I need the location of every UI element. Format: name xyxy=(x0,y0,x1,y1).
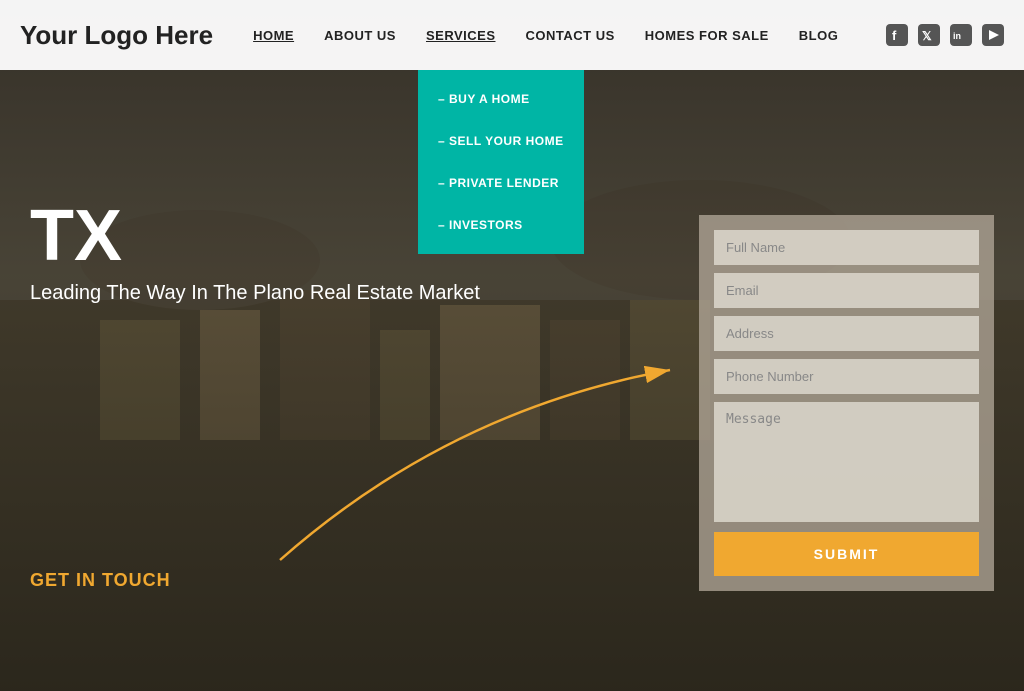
svg-text:𝕏: 𝕏 xyxy=(922,29,932,43)
social-icons: f 𝕏 in xyxy=(886,24,1004,46)
svg-text:f: f xyxy=(892,28,897,43)
nav-services[interactable]: SERVICES xyxy=(426,28,496,43)
phone-input[interactable] xyxy=(714,359,979,394)
email-input[interactable] xyxy=(714,273,979,308)
nav-contact[interactable]: CONTACT US xyxy=(526,28,615,43)
nav-blog[interactable]: BLOG xyxy=(799,28,839,43)
contact-form: SUBMIT xyxy=(699,215,994,591)
dropdown-private-lender[interactable]: – PRIVATE LENDER xyxy=(418,162,584,204)
hero-subtitle: Leading The Way In The Plano Real Estate… xyxy=(30,282,480,305)
dropdown-investors[interactable]: – INVESTORS xyxy=(418,204,584,246)
get-in-touch-cta[interactable]: GET IN TOUCH xyxy=(30,570,171,591)
navbar: Your Logo Here HOME ABOUT US SERVICES CO… xyxy=(0,0,1024,70)
dropdown-sell-home[interactable]: – SELL YOUR HOME xyxy=(418,120,584,162)
message-input[interactable] xyxy=(714,402,979,522)
facebook-icon[interactable]: f xyxy=(886,24,908,46)
nav-about[interactable]: ABOUT US xyxy=(324,28,396,43)
services-dropdown: – BUY A HOME – SELL YOUR HOME – PRIVATE … xyxy=(418,70,584,254)
nav-homes[interactable]: HOMES FOR SALE xyxy=(645,28,769,43)
hero-section: Your Logo Here HOME ABOUT US SERVICES CO… xyxy=(0,0,1024,691)
hero-content: TX Leading The Way In The Plano Real Est… xyxy=(30,200,480,305)
address-input[interactable] xyxy=(714,316,979,351)
dropdown-buy-home[interactable]: – BUY A HOME xyxy=(418,78,584,120)
svg-text:in: in xyxy=(953,31,961,41)
twitter-icon[interactable]: 𝕏 xyxy=(918,24,940,46)
submit-button[interactable]: SUBMIT xyxy=(714,532,979,576)
logo: Your Logo Here xyxy=(20,20,213,51)
arrow-graphic xyxy=(250,360,680,580)
linkedin-icon[interactable]: in xyxy=(950,24,972,46)
hero-tx: TX xyxy=(30,200,480,272)
nav-links: HOME ABOUT US SERVICES CONTACT US HOMES … xyxy=(253,28,886,43)
nav-home[interactable]: HOME xyxy=(253,28,294,43)
full-name-input[interactable] xyxy=(714,230,979,265)
youtube-icon[interactable] xyxy=(982,24,1004,46)
